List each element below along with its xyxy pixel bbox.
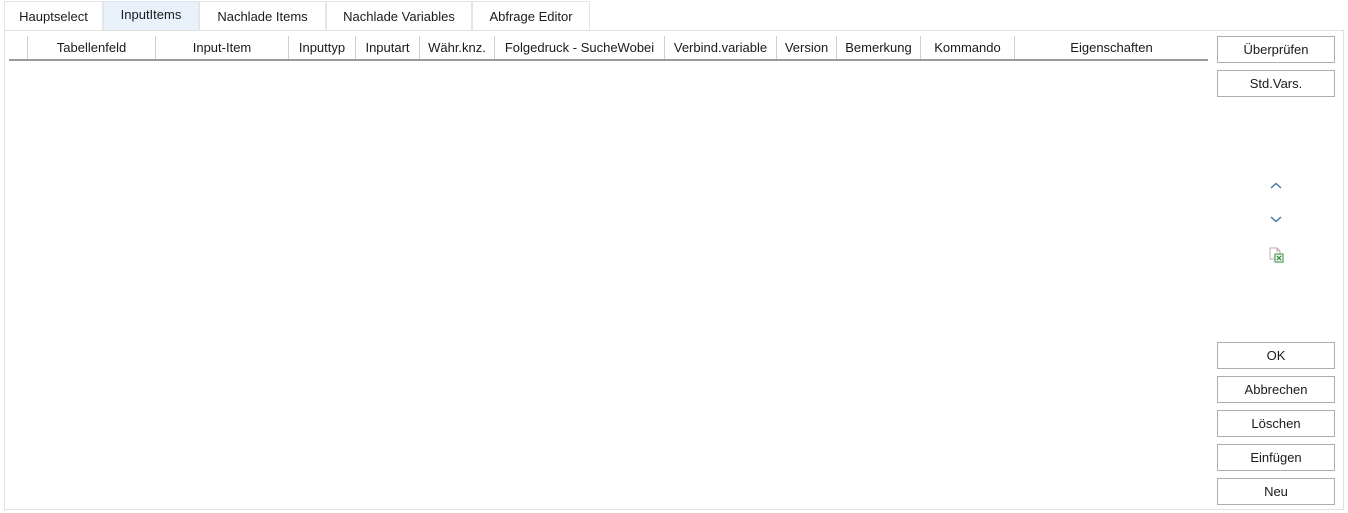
chevron-down-icon (1270, 216, 1282, 223)
tab-inputitems[interactable]: InputItems (103, 1, 199, 30)
column-header-inputart[interactable]: Inputart (356, 36, 420, 59)
insert-button[interactable]: Einfügen (1217, 444, 1335, 471)
std-vars-button[interactable]: Std.Vars. (1217, 70, 1335, 97)
inputitems-grid[interactable]: Tabellenfeld Input-Item Inputtyp Inputar… (9, 36, 1208, 506)
excel-export-button[interactable] (1265, 244, 1287, 266)
column-header-kommando[interactable]: Kommando (921, 36, 1015, 59)
column-header-eigenschaften[interactable]: Eigenschaften (1015, 36, 1208, 59)
column-header-version[interactable]: Version (777, 36, 837, 59)
grid-header: Tabellenfeld Input-Item Inputtyp Inputar… (9, 36, 1208, 61)
delete-button[interactable]: Löschen (1217, 410, 1335, 437)
ok-button[interactable]: OK (1217, 342, 1335, 369)
column-header-inputtyp[interactable]: Inputtyp (289, 36, 356, 59)
tab-nachlade-variables[interactable]: Nachlade Variables (326, 1, 472, 30)
inputitems-panel: Tabellenfeld Input-Item Inputtyp Inputar… (4, 30, 1344, 510)
excel-export-icon (1269, 247, 1284, 263)
new-button[interactable]: Neu (1217, 478, 1335, 505)
column-header-input-item[interactable]: Input-Item (156, 36, 289, 59)
tab-hauptselect[interactable]: Hauptselect (4, 1, 103, 30)
column-header-bemerkung[interactable]: Bemerkung (837, 36, 921, 59)
chevron-up-icon (1270, 182, 1282, 189)
move-down-button[interactable] (1265, 208, 1287, 230)
query-dialog: Hauptselect InputItems Nachlade Items Na… (0, 0, 1348, 513)
column-header-waehrungskennzeichen[interactable]: Währ.knz. (420, 36, 495, 59)
column-header-tabellenfeld[interactable]: Tabellenfeld (28, 36, 156, 59)
tab-nachlade-items[interactable]: Nachlade Items (199, 1, 326, 30)
column-header-selector[interactable] (9, 36, 28, 59)
tab-abfrage-editor[interactable]: Abfrage Editor (472, 1, 590, 30)
move-up-button[interactable] (1265, 175, 1287, 197)
cancel-button[interactable]: Abbrechen (1217, 376, 1335, 403)
tab-bar: Hauptselect InputItems Nachlade Items Na… (4, 1, 590, 31)
column-header-folgedruck-suchewobei[interactable]: Folgedruck - SucheWobei (495, 36, 665, 59)
check-button[interactable]: Überprüfen (1217, 36, 1335, 63)
column-header-verbind-variable[interactable]: Verbind.variable (665, 36, 777, 59)
